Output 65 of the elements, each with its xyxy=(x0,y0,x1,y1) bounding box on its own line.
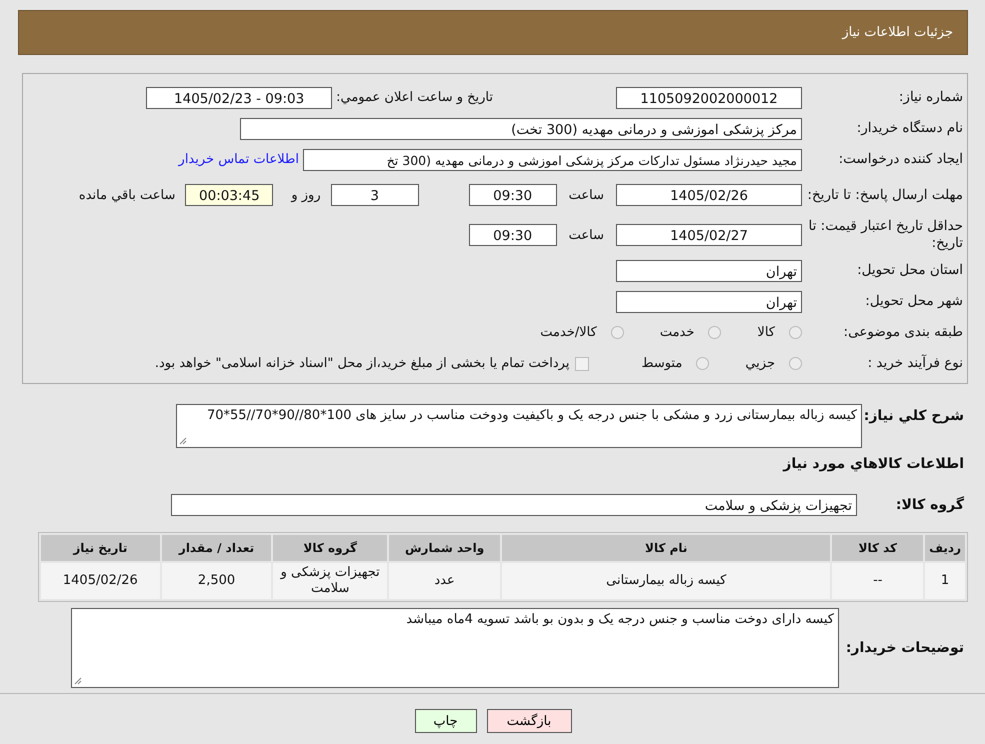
column-header: واحد شمارش xyxy=(389,535,500,561)
table-cell: کیسه زباله بیمارستانی xyxy=(502,563,830,599)
date-field[interactable]: 1405/02/27 xyxy=(616,224,802,246)
table-cell: 1405/02/26 xyxy=(41,563,160,599)
option-label: متوسط xyxy=(641,356,682,371)
countdown-field[interactable]: 00:03:45 xyxy=(185,184,274,206)
option-label: کالا xyxy=(757,325,775,340)
payment-note: پرداخت تمام یا بخشی از مبلغ خرید،از محل "اسناد خزانه اسلامی" خواهد بود. xyxy=(154,356,570,371)
radio-button[interactable] xyxy=(610,326,624,339)
goods-group-field[interactable]: تجهیزات پزشکی و سلامت xyxy=(171,494,857,516)
field-label: شماره نیاز: xyxy=(898,89,964,106)
need-number-field[interactable]: 1105092002000012 xyxy=(616,86,802,108)
table-cell: 1 xyxy=(925,563,965,599)
field-label: طبقه بندی موضوعی: xyxy=(842,324,964,341)
checkbox[interactable] xyxy=(575,356,590,370)
city-field[interactable]: تهران xyxy=(616,290,802,312)
print-button[interactable]: چاپ xyxy=(414,709,476,733)
field-label: شهر محل تحویل: xyxy=(864,293,964,310)
option-label: جزيي xyxy=(745,356,775,371)
date-field[interactable]: 1405/02/26 xyxy=(616,184,802,206)
description-field[interactable]: کیسه زباله بیمارستانی زرد و مشکی با جنس درجه یک و باکیفیت ودوخت مناسب در سایز های 100*80//90*70//55*70 xyxy=(176,404,862,448)
option-label: کالا/خدمت xyxy=(540,325,597,340)
column-header: تاریخ نیاز xyxy=(41,535,160,561)
field-label: روز و xyxy=(290,188,322,202)
column-header: تعداد / مقدار xyxy=(162,535,272,561)
province-field[interactable]: تهران xyxy=(616,260,802,282)
radio-button[interactable] xyxy=(789,357,802,370)
field-label: نوع فرآیند خرید : xyxy=(866,355,964,372)
back-button[interactable]: بازگشت xyxy=(486,709,572,733)
time-field[interactable]: 09:30 xyxy=(468,184,557,206)
radio-button[interactable] xyxy=(708,326,722,339)
table-cell: 2,500 xyxy=(162,563,272,599)
header-title: جزئیات اطلاعات نیاز xyxy=(842,25,953,40)
field-label: حداقل تاریخ اعتبار قیمت: تا تاریخ: xyxy=(808,218,964,252)
column-header: گروه کالا xyxy=(273,535,388,561)
resize-grip-icon[interactable] xyxy=(179,437,187,445)
table-cell: عدد xyxy=(389,563,500,599)
days-field[interactable]: 3 xyxy=(330,184,419,206)
field-label: ساعت xyxy=(568,188,605,202)
section-heading: اطلاعات كالاهاي مورد نياز xyxy=(782,455,965,472)
contact-info-link[interactable]: اطلاعات تماس خریدار xyxy=(178,152,303,167)
resize-grip-icon[interactable] xyxy=(74,677,82,685)
column-header: کد کالا xyxy=(832,535,924,561)
notes-field[interactable]: کیسه دارای دوخت مناسب و جنس درجه یک و بدون بو باشد تسویه 4ماه میباشد xyxy=(71,608,839,688)
field-label: ساعت xyxy=(568,228,605,242)
field-label: ایجاد کننده درخواست: xyxy=(838,151,964,168)
field-label: نام دستگاه خریدار: xyxy=(856,120,964,137)
field-label: تاریخ و ساعت اعلان عمومي: xyxy=(335,90,494,105)
radio-button[interactable] xyxy=(696,357,710,370)
field-label: مهلت ارسال پاسخ: تا تاریخ: xyxy=(806,186,964,204)
time-field[interactable]: 09:30 xyxy=(468,224,557,246)
column-header: نام کالا xyxy=(502,535,830,561)
option-label: خدمت xyxy=(660,325,694,340)
field-label: توضیحات خریدار: xyxy=(844,639,965,658)
announce-date-field[interactable]: 1405/02/23 - 09:03 xyxy=(146,86,332,108)
column-header: رديف xyxy=(925,535,965,561)
table-cell: -- xyxy=(832,563,924,599)
field-label: استان محل تحویل: xyxy=(856,262,964,279)
field-label: شرح كلي نياز: xyxy=(864,407,965,426)
creator-field[interactable]: مجید حیدرنژاد مسئول تدارکات مرکز پزشکی اموزشی و درمانی مهدیه (300 تخ xyxy=(303,148,802,170)
buyer-field[interactable]: مرکز پزشکی اموزشی و درمانی مهدیه (300 تخت) xyxy=(240,118,802,140)
field-label: گروه کالا: xyxy=(894,495,965,515)
field-label: ساعت باقي مانده xyxy=(78,188,176,202)
radio-button[interactable] xyxy=(789,326,802,339)
table-cell: تجهیزات پزشکی و سلامت xyxy=(273,563,388,599)
